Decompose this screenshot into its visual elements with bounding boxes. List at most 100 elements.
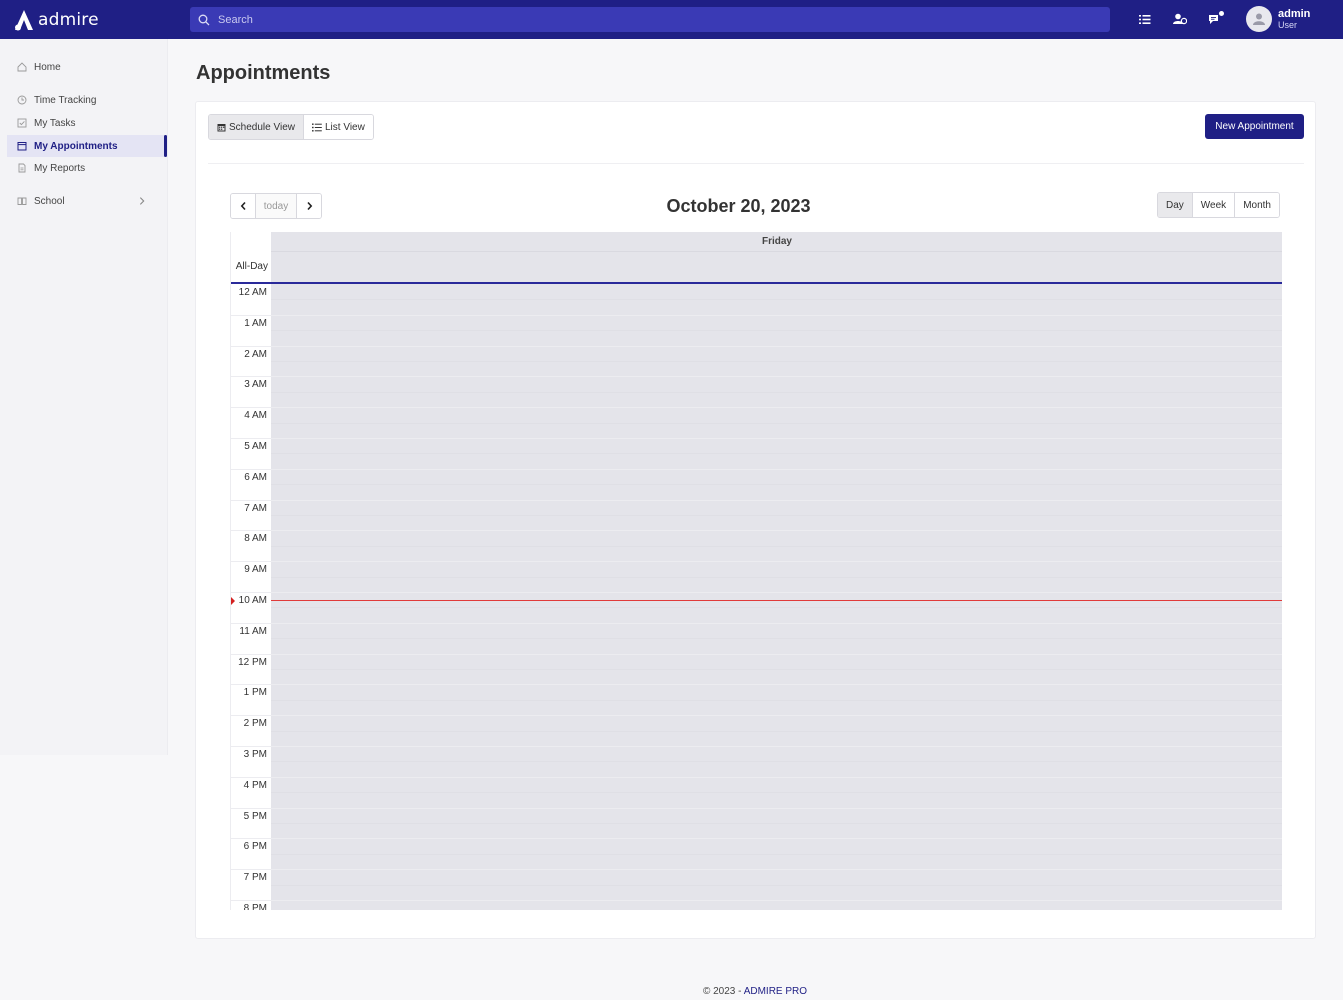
hour-gridline <box>231 807 1282 809</box>
messages-button[interactable] <box>1206 10 1224 28</box>
half-hour-gridline <box>271 669 1282 670</box>
sidebar-item-label: Time Tracking <box>34 94 97 106</box>
list-icon <box>1139 14 1151 24</box>
hour-label: 10 AM <box>238 595 267 606</box>
sidebar-item-my-tasks[interactable]: My Tasks <box>7 112 167 134</box>
divider <box>208 163 1304 164</box>
list-icon <box>311 123 322 131</box>
sidebar-item-my-reports[interactable]: My Reports <box>7 157 167 179</box>
calendar-nav: today <box>230 193 322 219</box>
prev-button[interactable] <box>231 194 255 218</box>
sidebar-item-school[interactable]: School <box>7 190 167 212</box>
book-icon <box>17 197 27 205</box>
half-hour-gridline <box>271 884 1282 886</box>
hour-label: 1 AM <box>244 317 267 329</box>
month-view-button[interactable]: Month <box>1234 193 1279 217</box>
sidebar-item-time-tracking[interactable]: Time Tracking <box>7 89 167 111</box>
new-appointment-button[interactable]: New Appointment <box>1205 114 1304 139</box>
hour-label: 11 AM <box>239 625 267 637</box>
notification-dot <box>1219 11 1224 16</box>
hour-label: 7 PM <box>243 872 267 884</box>
hour-gridline <box>231 407 1282 409</box>
half-hour-gridline <box>271 515 1282 516</box>
sidebar-item-label: My Reports <box>34 162 86 174</box>
calendar-icon <box>217 123 226 131</box>
hour-label: 8 AM <box>244 533 267 545</box>
hour-label: 3 PM <box>243 749 267 760</box>
search-input[interactable] <box>218 13 1078 26</box>
hour-gridline <box>231 592 1282 593</box>
sidebar-item-home[interactable]: Home <box>7 56 167 78</box>
half-hour-gridline <box>271 792 1282 794</box>
hour-gridline <box>231 561 1282 563</box>
user-group-icon <box>1173 13 1187 25</box>
appointments-card: Schedule View List View New Appointment … <box>195 101 1316 939</box>
hour-gridline <box>231 468 1282 470</box>
hour-label: 7 AM <box>244 502 267 514</box>
user-avatar-icon <box>1253 13 1265 25</box>
checkbox-icon <box>17 118 27 128</box>
hour-label: 2 AM <box>244 348 267 360</box>
schedule-view-button[interactable]: Schedule View <box>209 115 304 139</box>
calendar-icon <box>17 142 27 151</box>
half-hour-gridline <box>271 453 1282 455</box>
sidebar-item-my-appointments[interactable]: My Appointments <box>7 135 167 157</box>
day-header: Friday <box>271 232 1282 252</box>
hour-label: 6 PM <box>243 841 267 853</box>
hour-label: 12 PM <box>238 656 267 668</box>
sidebar-item-label: My Appointments <box>34 140 118 152</box>
hour-gridline <box>231 653 1282 655</box>
chevron-right-icon <box>306 201 312 211</box>
sidebar: Home Time Tracking My Tasks My Appointme… <box>0 39 168 755</box>
half-hour-gridline <box>271 361 1282 362</box>
schedule-view-label: Schedule View <box>229 121 295 133</box>
range-toggle: Day Week Month <box>1157 192 1280 218</box>
chevron-left-icon <box>240 201 246 211</box>
current-time-line <box>271 600 1282 601</box>
view-toggle: Schedule View List View <box>208 114 374 140</box>
hour-gridline <box>231 746 1282 747</box>
hour-gridline <box>231 499 1282 501</box>
half-hour-gridline <box>271 422 1282 424</box>
hour-gridline <box>231 622 1282 624</box>
today-button[interactable]: today <box>255 194 297 218</box>
hour-gridline <box>231 838 1282 840</box>
hour-label: 2 PM <box>243 718 267 730</box>
admire-logo-icon <box>15 9 33 30</box>
sidebar-item-label: School <box>34 195 65 207</box>
top-bar: admire Search admin User <box>0 0 1343 39</box>
half-hour-gridline <box>271 330 1282 332</box>
all-day-label: All-Day <box>235 261 268 272</box>
hour-label: 9 AM <box>244 564 267 576</box>
half-hour-gridline <box>271 391 1282 393</box>
sidebar-item-label: Home <box>34 61 61 73</box>
hour-gridline <box>231 776 1282 778</box>
hour-gridline <box>231 376 1282 378</box>
footer-brand-link[interactable]: ADMIRE PRO <box>744 986 807 997</box>
brand-logo[interactable]: admire <box>0 0 190 39</box>
user-menu[interactable]: admin User <box>1246 6 1310 32</box>
hour-label: 8 PM <box>243 903 267 910</box>
hour-gridline <box>231 345 1282 347</box>
week-view-button[interactable]: Week <box>1191 193 1235 217</box>
list-view-button[interactable]: List View <box>303 115 373 139</box>
hour-gridline <box>231 869 1282 871</box>
half-hour-gridline <box>271 638 1282 640</box>
half-hour-gridline <box>271 823 1282 824</box>
hour-label: 5 AM <box>244 441 267 452</box>
hour-label: 5 PM <box>243 810 267 822</box>
chevron-right-icon <box>139 197 145 205</box>
next-button[interactable] <box>297 194 321 218</box>
search-bar[interactable] <box>190 7 1110 32</box>
day-view-button[interactable]: Day <box>1158 193 1192 217</box>
search-icon <box>198 14 210 25</box>
task-list-button[interactable] <box>1136 10 1154 28</box>
users-button[interactable] <box>1171 10 1189 28</box>
hour-label: 4 AM <box>244 410 267 422</box>
list-view-label: List View <box>324 121 365 133</box>
hour-label: 6 AM <box>244 471 267 483</box>
hour-gridline <box>231 900 1282 901</box>
clock-icon <box>17 95 27 105</box>
half-hour-gridline <box>271 299 1282 301</box>
hour-label: 1 PM <box>243 687 267 699</box>
